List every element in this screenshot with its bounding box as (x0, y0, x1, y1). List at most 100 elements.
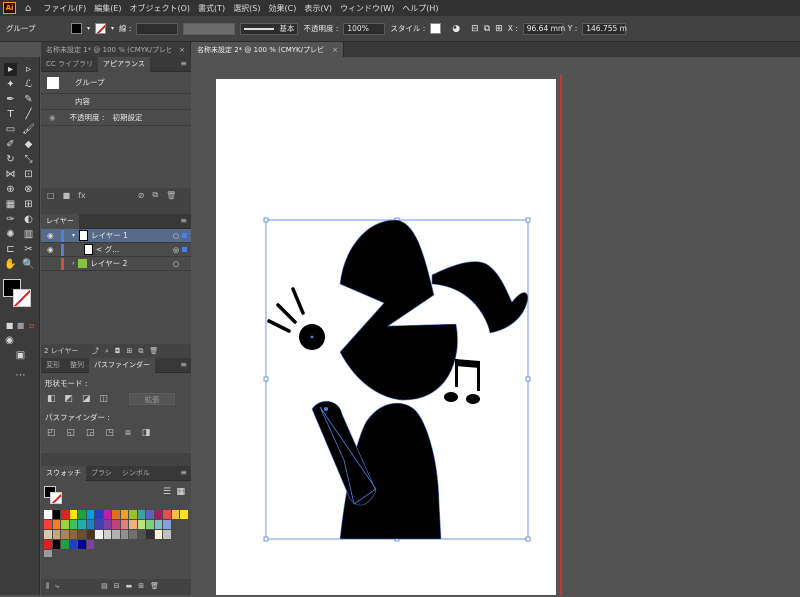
none-mode-icon[interactable]: ⧄ (25, 319, 38, 332)
swatch-chip[interactable] (86, 540, 94, 549)
swatch-chip[interactable] (86, 530, 94, 539)
swatch-chip[interactable] (137, 530, 145, 539)
document-tab-2[interactable]: 名称未設定 2* @ 100 % (CMYK/プレビュー) × (192, 42, 344, 57)
live-paint-tool-icon[interactable]: ⊗ (22, 183, 35, 196)
target-icon[interactable]: ○ (173, 232, 179, 240)
menu-select[interactable]: 選択(S) (233, 3, 260, 14)
layer-row[interactable]: ◉ ▾ レイヤー 1 ○ (41, 229, 191, 243)
new-color-group-icon[interactable]: ▬ (126, 582, 133, 590)
stroke-color-box[interactable] (13, 289, 31, 307)
add-stroke-icon[interactable]: □ (47, 191, 55, 200)
clear-appearance-icon[interactable]: ⊘ (138, 191, 145, 200)
place-swatch-icon[interactable]: ⤷ (55, 582, 59, 591)
swatch-chip[interactable] (61, 510, 69, 519)
chevron-down-icon[interactable]: ▾ (111, 25, 114, 32)
search-icon[interactable]: ⌕ (105, 347, 109, 356)
swatch-chip[interactable] (95, 530, 103, 539)
artboard[interactable] (216, 79, 556, 595)
appearance-contents-row[interactable]: 内容 (41, 94, 191, 110)
swatch-chip[interactable] (44, 510, 52, 519)
blend-tool-icon[interactable]: ◐ (22, 213, 35, 226)
eyedropper-tool-icon[interactable]: ✑ (4, 213, 17, 226)
swatch-chip[interactable] (61, 540, 69, 549)
swatch-chip[interactable] (69, 540, 77, 549)
draw-mode-icon[interactable]: ◉ (3, 334, 16, 347)
selection-indicator[interactable] (182, 247, 187, 252)
artwork[interactable] (216, 79, 556, 595)
more-tools-icon[interactable]: ⋯ (14, 369, 27, 382)
curvature-tool-icon[interactable]: ✎ (22, 93, 35, 106)
swatch-chip[interactable] (86, 510, 94, 519)
grid-view-icon[interactable]: ▦ (176, 487, 185, 497)
hand-tool-icon[interactable]: ✋ (4, 258, 17, 271)
swatch-chip[interactable] (103, 510, 111, 519)
expand-button[interactable]: 拡張 (129, 393, 175, 405)
menu-view[interactable]: 表示(V) (304, 3, 332, 14)
lasso-tool-icon[interactable]: ℒ (22, 78, 35, 91)
merge-icon[interactable]: ◲ (86, 428, 95, 438)
swatch-chip[interactable] (78, 530, 86, 539)
y-field[interactable]: 146.755 m (582, 22, 627, 35)
swatch-chip[interactable] (171, 510, 179, 519)
swatch-chip[interactable] (120, 530, 128, 539)
layer-name[interactable]: < グ... (96, 244, 119, 255)
opacity-field[interactable]: 100% (343, 22, 386, 35)
tab-align[interactable]: 整列 (65, 358, 89, 373)
shaper-tool-icon[interactable]: ✐ (4, 138, 17, 151)
swatch-chip[interactable] (137, 520, 145, 529)
scale-tool-icon[interactable]: ⤡ (22, 153, 35, 166)
layer-name[interactable]: レイヤー 2 (90, 258, 127, 269)
new-swatch-icon[interactable]: ⊞ (138, 582, 144, 590)
panel-menu-icon[interactable]: ≡ (180, 216, 187, 225)
delete-swatch-icon[interactable]: 🗑 (150, 582, 159, 590)
menu-edit[interactable]: 編集(E) (94, 3, 121, 14)
swatch-chip[interactable] (112, 530, 120, 539)
free-transform-tool-icon[interactable]: ⊡ (22, 168, 35, 181)
swatch-chip[interactable] (146, 530, 154, 539)
minus-front-icon[interactable]: ◩ (65, 394, 74, 404)
menu-type[interactable]: 書式(T) (198, 3, 225, 14)
tab-brushes[interactable]: ブラシ (86, 466, 117, 481)
style-swatch[interactable] (430, 23, 442, 34)
paintbrush-tool-icon[interactable]: 🖌 (22, 123, 35, 136)
trim-icon[interactable]: ◱ (67, 428, 76, 438)
tab-cc-libraries[interactable]: CC ライブラリ (41, 57, 98, 72)
width-tool-icon[interactable]: ⋈ (4, 168, 17, 181)
artboard-tool-icon[interactable]: ⊏ (4, 243, 17, 256)
panel-menu-icon[interactable]: ≡ (180, 468, 187, 477)
swatch-chip[interactable] (95, 510, 103, 519)
swatch-chip[interactable] (163, 530, 171, 539)
swatch-chip[interactable] (78, 520, 86, 529)
swatch-chip[interactable] (146, 510, 154, 519)
grid-icon[interactable]: ⊞ (495, 24, 503, 34)
fill-swatch[interactable] (71, 23, 82, 34)
line-tool-icon[interactable]: ╱ (22, 108, 35, 121)
swatch-libraries-icon[interactable]: ⫼ (46, 582, 49, 591)
swatch-chip[interactable] (180, 510, 188, 519)
eye-icon[interactable]: ◉ (47, 231, 61, 240)
brush-definition[interactable]: 基本 (240, 22, 299, 35)
swatch-chip[interactable] (129, 510, 137, 519)
chevron-down-icon[interactable]: ▾ (72, 232, 75, 239)
rotate-tool-icon[interactable]: ↻ (4, 153, 17, 166)
tab-pathfinder[interactable]: パスファインダー (89, 357, 155, 373)
swatch-chip[interactable] (52, 520, 60, 529)
variable-width-field[interactable] (183, 22, 236, 35)
unite-icon[interactable]: ◧ (47, 394, 56, 404)
column-graph-tool-icon[interactable]: ▥ (22, 228, 35, 241)
document-tab-1[interactable]: 名称未設定 1* @ 100 % (CMYK/プレビュー) × (41, 42, 191, 57)
swatch-chip[interactable] (61, 520, 69, 529)
perspective-grid-tool-icon[interactable]: ▦ (4, 198, 17, 211)
swatch-options-icon[interactable]: ⊟ (114, 582, 120, 590)
swatch-chip[interactable] (95, 520, 103, 529)
swatch-chip[interactable] (154, 530, 162, 539)
stroke-none-swatch[interactable] (95, 23, 107, 34)
rectangle-tool-icon[interactable]: ▭ (4, 123, 17, 136)
delete-item-icon[interactable]: 🗑 (166, 191, 176, 200)
swatch-chip[interactable] (120, 520, 128, 529)
menu-help[interactable]: ヘルプ(H) (402, 3, 438, 14)
target-icon[interactable]: ○ (173, 260, 179, 268)
appearance-opacity-label[interactable]: 不透明度 : (70, 112, 105, 123)
menu-file[interactable]: ファイル(F) (43, 3, 86, 14)
swatch-chip[interactable] (69, 520, 77, 529)
